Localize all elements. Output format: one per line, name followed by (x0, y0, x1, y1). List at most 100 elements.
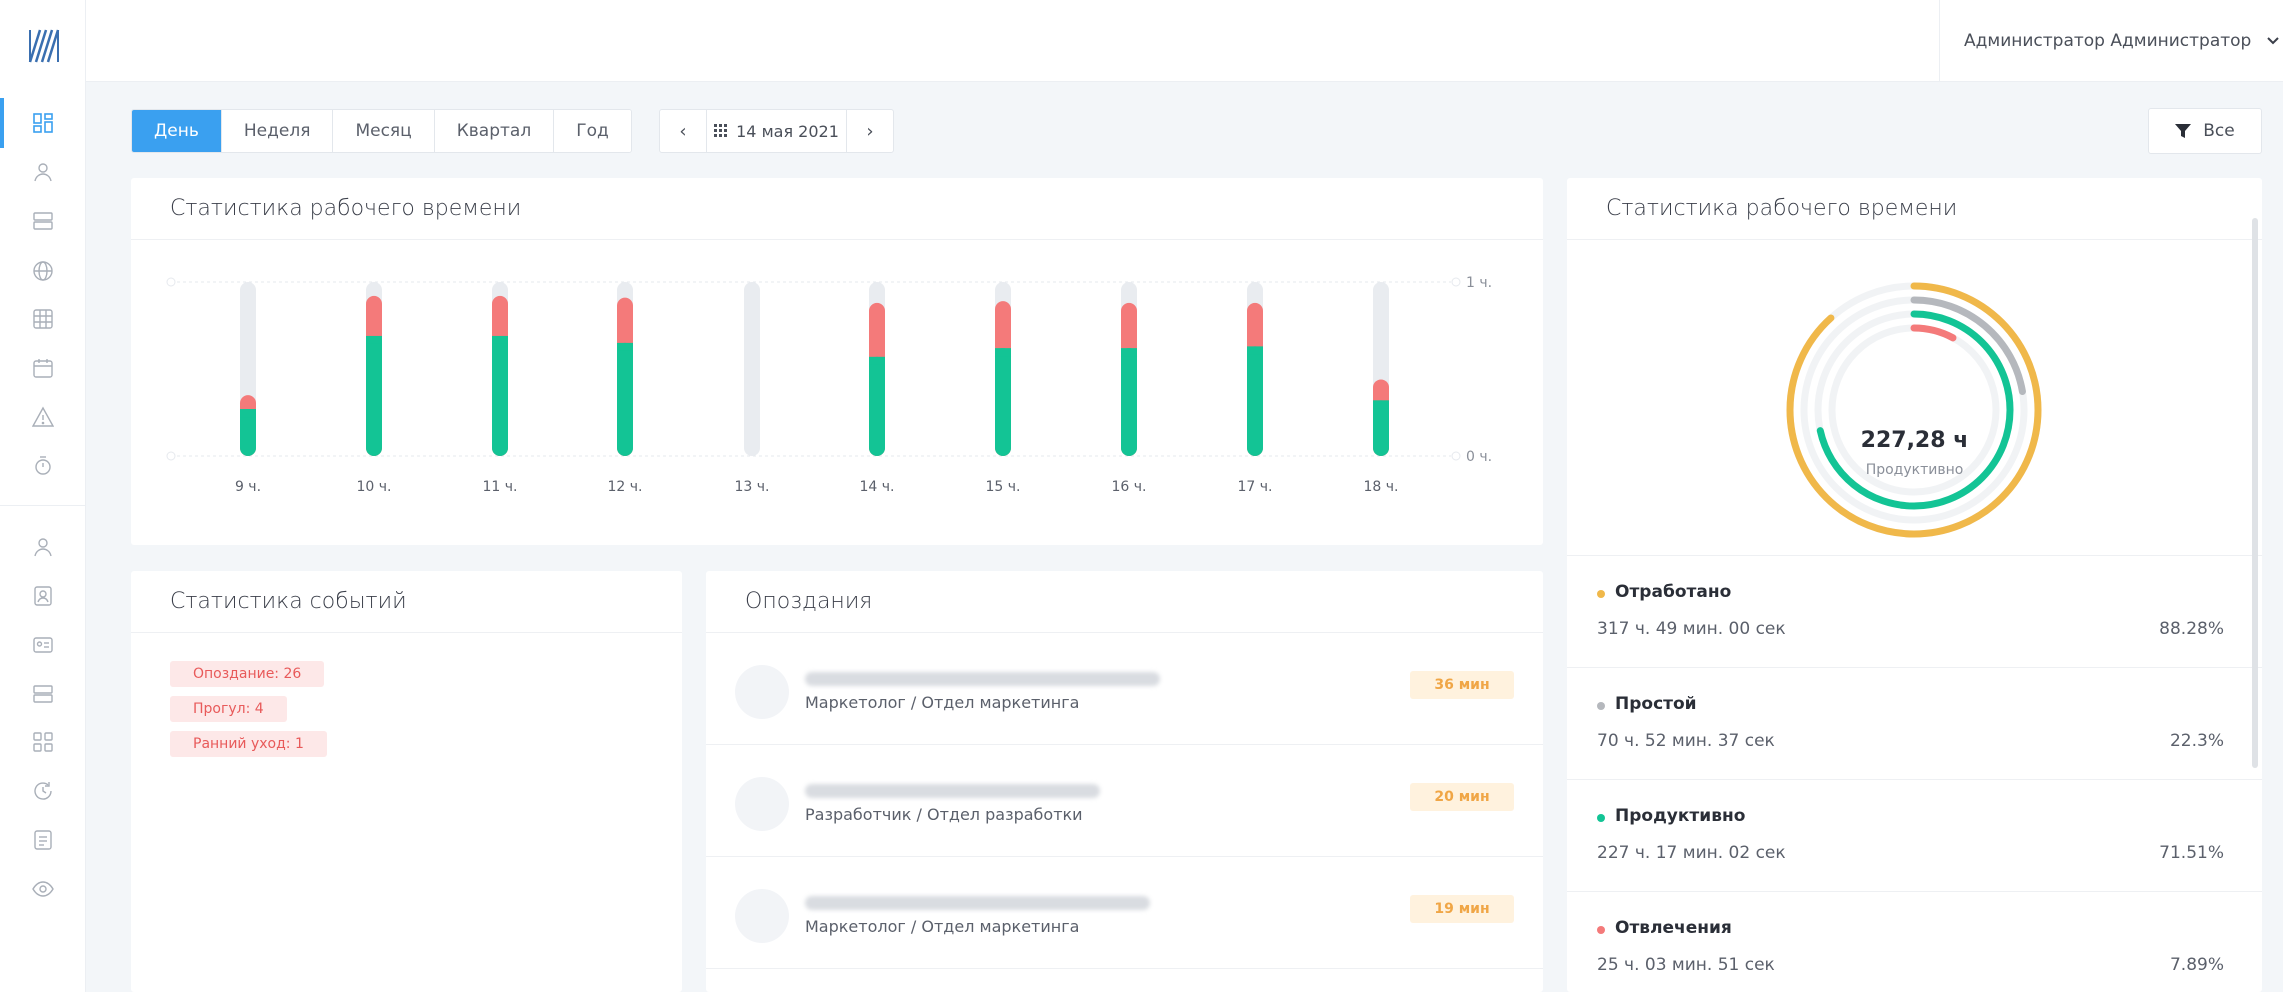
tab-year[interactable]: Год (554, 110, 631, 152)
legend-dot (1597, 590, 1605, 598)
filter-button[interactable]: Все (2148, 108, 2262, 154)
filter-icon (2175, 124, 2192, 138)
stat-row-distraction: Отвлечения 25 ч. 03 мин. 51 сек 7.89% (1567, 892, 2262, 992)
stat-time: 317 ч. 49 мин. 00 сек (1597, 619, 1786, 639)
employee-role: Маркетолог / Отдел маркетинга (805, 693, 1080, 712)
user-menu[interactable]: Администратор Администратор (1939, 0, 2283, 82)
server-icon[interactable] (31, 209, 55, 233)
avatar (735, 777, 789, 831)
x-tick-label: 18 ч. (1364, 479, 1399, 495)
list-item[interactable]: Маркетолог / Отдел маркетинга 19 мин (706, 857, 1543, 969)
tab-quarter[interactable]: Квартал (434, 110, 555, 152)
logo-icon[interactable] (28, 28, 60, 64)
x-tick-label: 12 ч. (608, 479, 643, 495)
stat-row-productive: Продуктивно 227 ч. 17 мин. 02 сек 71.51% (1567, 780, 2262, 892)
date-display[interactable]: 14 мая 2021 (706, 110, 847, 152)
chevron-down-icon (2267, 37, 2280, 45)
late-time-badge: 19 мин (1410, 895, 1514, 923)
contacts-icon[interactable] (31, 584, 55, 608)
filter-label: Все (2203, 121, 2235, 141)
bar-productive (617, 342, 633, 456)
event-badge-absence[interactable]: Прогул: 4 (170, 696, 287, 722)
history-icon[interactable] (31, 779, 55, 803)
x-tick-label: 10 ч. (357, 479, 392, 495)
stat-time: 70 ч. 52 мин. 37 сек (1597, 731, 1775, 751)
id-card-icon[interactable] (31, 633, 55, 657)
dashboard-icon[interactable] (31, 111, 55, 135)
stat-percent: 22.3% (2169, 731, 2224, 751)
x-tick-label: 11 ч. (483, 479, 518, 495)
ring-worked (1786, 282, 2042, 538)
list-icon[interactable] (31, 828, 55, 852)
event-badge-early-leave[interactable]: Ранний уход: 1 (170, 731, 327, 757)
x-tick-label: 16 ч. (1112, 479, 1147, 495)
late-arrivals-card: Опоздания Маркетолог / Отдел маркетинга … (706, 571, 1543, 992)
scrollbar[interactable] (2252, 218, 2258, 768)
list-item[interactable]: Маркетолог / Отдел маркетинга 36 мин (706, 633, 1543, 745)
work-time-summary-card: Статистика рабочего времени 227,28 ч Про… (1567, 178, 2262, 992)
employee-role: Разработчик / Отдел разработки (805, 805, 1083, 824)
bar-track (744, 282, 760, 456)
bar-productive (995, 348, 1011, 456)
card-title: Статистика рабочего времени (1567, 178, 2262, 240)
stat-percent: 88.28% (2159, 619, 2224, 639)
employee-name-blurred (805, 784, 1100, 798)
bar-productive (1373, 400, 1389, 456)
bar-productive-cap (366, 335, 382, 344)
prev-date-button[interactable]: ‹ (660, 110, 706, 152)
stat-percent: 7.89% (2169, 955, 2224, 975)
x-tick-label: 15 ч. (986, 479, 1021, 495)
bar-productive-cap (1247, 346, 1263, 355)
stat-name: Продуктивно (1615, 806, 1746, 826)
x-tick-label: 13 ч. (735, 479, 770, 495)
user-name: Администратор Администратор (1964, 31, 2252, 51)
globe-icon[interactable] (31, 259, 55, 283)
list-item[interactable]: Разработчик / Отдел разработки 20 мин (706, 745, 1543, 857)
calendar-icon[interactable] (31, 356, 55, 380)
late-time-badge: 36 мин (1410, 671, 1514, 699)
grid-calendar-icon[interactable] (31, 307, 55, 331)
donut-center-label: Продуктивно (1865, 462, 1964, 478)
stat-row-worked: Отработано 317 ч. 49 мин. 00 сек 88.28% (1567, 556, 2262, 668)
user-icon[interactable] (31, 160, 55, 184)
person-icon[interactable] (31, 535, 55, 559)
tab-month[interactable]: Месяц (333, 110, 435, 152)
axis-dot (166, 277, 176, 287)
stat-row-idle: Простой 70 ч. 52 мин. 37 сек 22.3% (1567, 668, 2262, 780)
bar-productive (366, 335, 382, 456)
bar-productive-cap (995, 348, 1011, 357)
hourly-bar-chart: 1 ч. 0 ч. 9 ч. 10 ч. 11 ч. 12 ч. 13 ч. 14 ч. 15 … (166, 275, 1492, 495)
events-card: Статистика событий Опоздание: 26 Прогул:… (131, 571, 682, 992)
stat-time: 227 ч. 17 мин. 02 сек (1597, 843, 1786, 863)
tab-day[interactable]: День (132, 110, 222, 152)
bar-productive (869, 356, 885, 456)
storage-icon[interactable] (31, 682, 55, 706)
warning-icon[interactable] (31, 405, 55, 429)
avatar (735, 665, 789, 719)
axis-dot (1451, 277, 1461, 287)
stat-time: 25 ч. 03 мин. 51 сек (1597, 955, 1775, 975)
donut-svg (1786, 282, 2042, 538)
top-bar: Администратор Администратор (86, 0, 2283, 82)
bar-productive (1247, 346, 1263, 456)
employee-name-blurred (805, 896, 1150, 910)
bar-productive-cap (492, 335, 508, 344)
bar-productive (1121, 348, 1137, 456)
tab-week[interactable]: Неделя (221, 110, 334, 152)
apps-icon[interactable] (31, 730, 55, 754)
sidebar-active-indicator (0, 98, 4, 148)
x-tick-label: 17 ч. (1238, 479, 1273, 495)
bar-productive-cap (869, 356, 885, 365)
eye-icon[interactable] (31, 877, 55, 901)
date-picker: ‹ 14 мая 2021 › (659, 109, 894, 153)
bar-productive-cap (617, 342, 633, 351)
donut-center-value: 227,28 ч (1860, 428, 1969, 453)
stopwatch-icon[interactable] (31, 453, 55, 477)
employee-role: Маркетолог / Отдел маркетинга (805, 917, 1080, 936)
x-tick-label: 14 ч. (860, 479, 895, 495)
next-date-button[interactable]: › (847, 110, 893, 152)
sidebar-separator (0, 505, 86, 506)
bar-productive-cap (1121, 348, 1137, 357)
event-badge-late[interactable]: Опоздание: 26 (170, 661, 325, 687)
y-tick-label: 0 ч. (1466, 449, 1492, 465)
